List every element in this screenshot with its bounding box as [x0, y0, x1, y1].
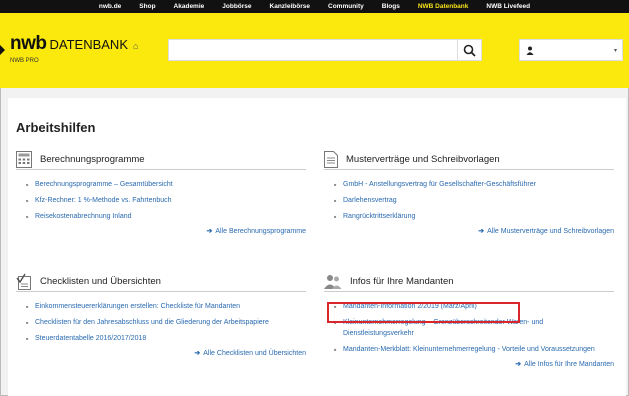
section-title: Musterverträge und Schreibvorlagen	[346, 154, 500, 165]
arrow-right-icon: ➔	[206, 228, 213, 235]
link-list: Einkommensteuererklärungen erstellen: Ch…	[16, 301, 306, 344]
logo[interactable]: nwb DATENBANK ⌂	[10, 33, 138, 55]
nav-link-nwb-datenbank[interactable]: NWB Datenbank	[409, 3, 478, 10]
section-checklisten: Checklisten und Übersichten Einkommenste…	[16, 272, 306, 357]
search-button[interactable]	[458, 39, 482, 61]
all-link-label: Alle Musterverträge und Schreibvorlagen	[487, 228, 614, 235]
subbrand-label: NWB PRO	[10, 58, 39, 64]
all-link-label: Alle Berechnungsprogramme	[215, 228, 306, 235]
section-header: Infos für Ihre Mandanten	[324, 272, 614, 292]
link-list: GmbH - Anstellungsvertrag für Gesellscha…	[324, 179, 614, 222]
list-item[interactable]: Berechnungsprogramme – Gesamtübersicht	[26, 179, 306, 190]
section-title: Checklisten und Übersichten	[40, 276, 161, 287]
section-mustervertraege: Musterverträge und Schreibvorlagen GmbH …	[324, 150, 614, 235]
section-title: Infos für Ihre Mandanten	[350, 276, 454, 287]
section-header: Checklisten und Übersichten	[16, 272, 306, 292]
nav-link-jobboerse[interactable]: Jobbörse	[213, 3, 260, 10]
nav-link-kanzleiboerse[interactable]: Kanzleibörse	[261, 3, 319, 10]
list-item[interactable]: Darlehensvertrag	[334, 195, 614, 206]
checklist-icon	[16, 273, 31, 290]
main-content: Arbeitshilfen Berechnungsprogramme Berec…	[8, 98, 626, 396]
arrow-right-icon: ➔	[515, 361, 522, 368]
search-icon	[463, 44, 476, 57]
all-berechnungsprogramme-link[interactable]: ➔ Alle Berechnungsprogramme	[16, 227, 306, 235]
all-link-label: Alle Infos für Ihre Mandanten	[524, 361, 614, 368]
logo-datenbank: DATENBANK	[49, 37, 129, 52]
user-icon	[526, 46, 534, 55]
nav-link-community[interactable]: Community	[319, 3, 373, 10]
list-item[interactable]: Einkommensteuererklärungen erstellen: Ch…	[26, 301, 306, 312]
calculator-icon	[16, 151, 32, 168]
nav-link-akademie[interactable]: Akademie	[165, 3, 214, 10]
list-item[interactable]: GmbH - Anstellungsvertrag für Gesellscha…	[334, 179, 614, 190]
logo-nwb: nwb	[10, 33, 47, 54]
arrow-right-icon: ➔	[478, 228, 485, 235]
home-icon[interactable]: ⌂	[133, 41, 138, 51]
all-link-label: Alle Checklisten und Übersichten	[203, 350, 306, 357]
nav-link-nwb-livefeed[interactable]: NWB Livefeed	[477, 3, 539, 10]
header-notch	[0, 45, 5, 55]
section-berechnungsprogramme: Berechnungsprogramme Berechnungsprogramm…	[16, 150, 306, 235]
list-item[interactable]: Kfz-Rechner: 1 %-Methode vs. Fahrtenbuch	[26, 195, 306, 206]
list-item[interactable]: Mandanten-Merkblatt: Kleinunternehmerreg…	[334, 344, 614, 355]
site-header: nwb DATENBANK ⌂ NWB PRO ▾	[0, 13, 629, 88]
section-header: Musterverträge und Schreibvorlagen	[324, 150, 614, 170]
link-list: Berechnungsprogramme – Gesamtübersicht K…	[16, 179, 306, 222]
people-icon	[324, 275, 342, 289]
search-input[interactable]	[168, 39, 458, 61]
arrow-right-icon: ➔	[194, 350, 201, 357]
top-nav: nwb.de Shop Akademie Jobbörse Kanzleibör…	[0, 0, 629, 13]
document-icon	[324, 151, 338, 168]
nav-link-blogs[interactable]: Blogs	[373, 3, 409, 10]
nav-link-shop[interactable]: Shop	[130, 3, 164, 10]
list-item[interactable]: Reisekostenabrechnung Inland	[26, 211, 306, 222]
list-item[interactable]: Rangrücktrittserklärung	[334, 211, 614, 222]
section-header: Berechnungsprogramme	[16, 150, 306, 170]
chevron-down-icon: ▾	[613, 48, 617, 54]
list-item[interactable]: Checklisten für den Jahresabschluss und …	[26, 317, 306, 328]
page-title: Arbeitshilfen	[16, 120, 96, 135]
user-menu[interactable]: ▾	[519, 39, 623, 61]
list-item[interactable]: Steuerdatentabelle 2016/2017/2018	[26, 333, 306, 344]
highlight-box	[327, 302, 520, 323]
all-checklisten-link[interactable]: ➔ Alle Checklisten und Übersichten	[16, 349, 306, 357]
section-title: Berechnungsprogramme	[40, 154, 145, 165]
nav-link-nwb-de[interactable]: nwb.de	[90, 3, 130, 10]
all-infos-mandanten-link[interactable]: ➔ Alle Infos für Ihre Mandanten	[324, 360, 614, 368]
all-mustervertraege-link[interactable]: ➔ Alle Musterverträge und Schreibvorlagen	[324, 227, 614, 235]
